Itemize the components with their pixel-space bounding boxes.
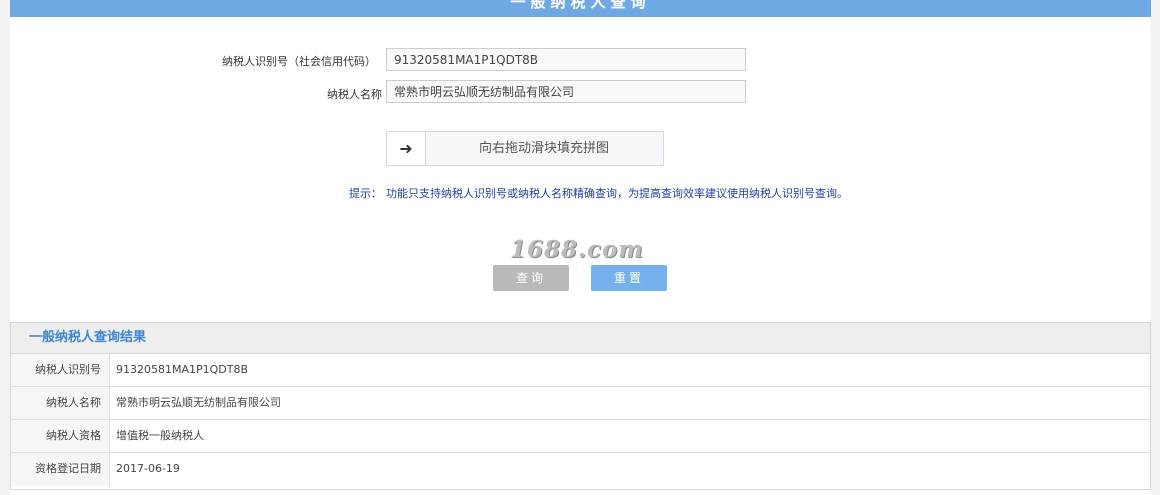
hint-text: 功能只支持纳税人识别号或纳税人名称精确查询，为提高查询效率建议使用纳税人识别号查… [386,187,848,200]
result-label: 资格登记日期 [11,453,110,486]
result-row-qualification: 纳税人资格 增值税一般纳税人 [11,420,1150,453]
query-button[interactable]: 查询 [493,265,569,291]
captcha-slider[interactable]: ➜ 向右拖动滑块填充拼图 [386,131,664,166]
results-panel: 一般纳税人查询结果 纳税人识别号 91320581MA1P1QDT8B 纳税人名… [10,322,1151,490]
results-title: 一般纳税人查询结果 [11,323,1150,354]
watermark: 1688.com [510,236,644,263]
result-value: 91320581MA1P1QDT8B [116,363,249,376]
taxpayer-name-label: 纳税人名称 [327,88,382,101]
page-title: 一般纳税人查询 [510,0,651,11]
result-label: 纳税人资格 [11,420,110,452]
page-header: 一般纳税人查询 [10,0,1151,17]
arrow-right-icon: ➜ [399,139,413,158]
result-value: 2017-06-19 [116,462,180,475]
result-label: 纳税人名称 [11,387,110,419]
result-row-taxpayer-id: 纳税人识别号 91320581MA1P1QDT8B [11,354,1150,387]
reset-button[interactable]: 重置 [591,265,667,291]
result-label: 纳税人识别号 [11,354,110,386]
result-value: 增值税一般纳税人 [116,429,204,442]
slider-instruction: 向右拖动滑块填充拼图 [478,141,609,156]
taxpayer-id-input[interactable]: 91320581MA1P1QDT8B [386,48,746,71]
hint-label: 提示： [349,187,382,200]
result-row-registration-date: 资格登记日期 2017-06-19 [11,453,1150,486]
result-row-taxpayer-name: 纳税人名称 常熟市明云弘顺无纺制品有限公司 [11,387,1150,420]
taxpayer-id-label: 纳税人识别号（社会信用代码） [222,55,376,68]
slider-handle[interactable]: ➜ [387,132,426,165]
result-value: 常熟市明云弘顺无纺制品有限公司 [116,396,281,409]
taxpayer-name-input[interactable]: 常熟市明云弘顺无纺制品有限公司 [386,80,746,103]
